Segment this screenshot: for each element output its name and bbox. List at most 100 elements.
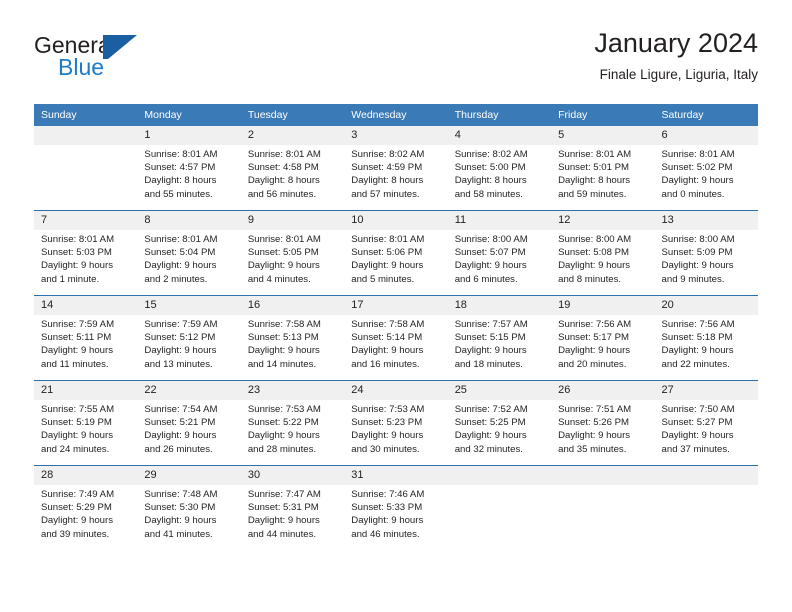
day-details: Sunrise: 7:59 AM Sunset: 5:11 PM Dayligh… [34,315,137,371]
calendar-day-cell[interactable]: 20 Sunrise: 7:56 AM Sunset: 5:18 PM Dayl… [654,295,758,381]
daylight-text-line2: and 39 minutes. [41,528,110,540]
day-number: 1 [137,126,241,145]
weekday-header-wednesday: Wednesday [344,104,448,126]
day-details: Sunrise: 7:46 AM Sunset: 5:33 PM Dayligh… [344,485,447,541]
daylight-text-line1: Daylight: 9 hours [41,260,113,272]
daylight-text-line1: Daylight: 9 hours [454,345,527,357]
sunset-text: Sunset: 5:27 PM [661,417,733,429]
sunrise-text: Sunrise: 7:50 AM [661,404,735,415]
sunset-text: Sunset: 5:11 PM [41,332,112,344]
day-details: Sunrise: 7:48 AM Sunset: 5:30 PM Dayligh… [137,485,240,541]
day-number: 18 [447,296,552,315]
day-details: Sunrise: 8:01 AM Sunset: 4:58 PM Dayligh… [241,145,344,201]
calendar-day-cell[interactable]: 26 Sunrise: 7:51 AM Sunset: 5:26 PM Dayl… [551,380,655,466]
daylight-text-line1: Daylight: 9 hours [558,345,631,357]
sunrise-text: Sunrise: 8:02 AM [454,149,528,160]
daylight-text-line2: and 32 minutes. [454,443,523,455]
day-number: 10 [344,211,448,230]
calendar-day-cell[interactable]: 10 Sunrise: 8:01 AM Sunset: 5:06 PM Dayl… [344,210,448,296]
calendar-day-cell[interactable]: 9 Sunrise: 8:01 AM Sunset: 5:05 PM Dayli… [240,210,345,296]
calendar-day-cell[interactable]: 13 Sunrise: 8:00 AM Sunset: 5:09 PM Dayl… [654,210,758,296]
daylight-text-line2: and 58 minutes. [454,188,523,200]
daylight-text-line2: and 57 minutes. [351,188,420,200]
calendar-day-cell[interactable]: 28 Sunrise: 7:49 AM Sunset: 5:29 PM Dayl… [34,465,138,550]
daylight-text-line1: Daylight: 9 hours [661,260,734,272]
day-number: 29 [137,466,241,485]
calendar-day-cell[interactable]: 2 Sunrise: 8:01 AM Sunset: 4:58 PM Dayli… [240,126,345,211]
calendar-day-cell[interactable]: 23 Sunrise: 7:53 AM Sunset: 5:22 PM Dayl… [240,380,345,466]
calendar-day-cell[interactable] [34,126,138,211]
calendar-day-cell[interactable]: 29 Sunrise: 7:48 AM Sunset: 5:30 PM Dayl… [137,465,241,550]
calendar-day-cell[interactable]: 18 Sunrise: 7:57 AM Sunset: 5:15 PM Dayl… [447,295,552,381]
sunrise-text: Sunrise: 7:53 AM [351,404,425,415]
brand-logo[interactable]: General Blue [34,32,204,88]
calendar-week-row: 21 Sunrise: 7:55 AM Sunset: 5:19 PM Dayl… [34,380,758,466]
day-number: 2 [240,126,345,145]
sunrise-text: Sunrise: 7:59 AM [144,319,218,330]
calendar-day-cell[interactable]: 4 Sunrise: 8:02 AM Sunset: 5:00 PM Dayli… [447,126,552,211]
sunset-text: Sunset: 4:59 PM [351,162,423,174]
sunset-text: Sunset: 5:06 PM [351,247,423,259]
day-details: Sunrise: 8:01 AM Sunset: 4:57 PM Dayligh… [137,145,240,201]
calendar-day-cell[interactable] [654,465,758,550]
day-details: Sunrise: 7:59 AM Sunset: 5:12 PM Dayligh… [137,315,240,371]
calendar-day-cell[interactable] [447,465,552,550]
weekday-header-sunday: Sunday [34,104,138,126]
calendar-day-cell[interactable]: 27 Sunrise: 7:50 AM Sunset: 5:27 PM Dayl… [654,380,758,466]
calendar-day-cell[interactable]: 16 Sunrise: 7:58 AM Sunset: 5:13 PM Dayl… [240,295,345,381]
sunset-text: Sunset: 5:09 PM [661,247,733,259]
daylight-text-line2: and 26 minutes. [144,443,213,455]
calendar-day-cell[interactable]: 6 Sunrise: 8:01 AM Sunset: 5:02 PM Dayli… [654,126,758,211]
day-details: Sunrise: 7:49 AM Sunset: 5:29 PM Dayligh… [34,485,137,541]
calendar-day-cell[interactable] [551,465,655,550]
calendar-day-cell[interactable]: 5 Sunrise: 8:01 AM Sunset: 5:01 PM Dayli… [551,126,655,211]
calendar-day-cell[interactable]: 24 Sunrise: 7:53 AM Sunset: 5:23 PM Dayl… [344,380,448,466]
calendar-day-cell[interactable]: 30 Sunrise: 7:47 AM Sunset: 5:31 PM Dayl… [240,465,345,550]
daylight-text-line1: Daylight: 9 hours [247,345,320,357]
day-details: Sunrise: 7:54 AM Sunset: 5:21 PM Dayligh… [137,400,240,456]
daylight-text-line1: Daylight: 9 hours [144,515,217,527]
sunset-text: Sunset: 5:04 PM [144,247,216,259]
day-number: 26 [551,381,655,400]
calendar-day-cell[interactable]: 22 Sunrise: 7:54 AM Sunset: 5:21 PM Dayl… [137,380,241,466]
daylight-text-line2: and 18 minutes. [454,358,523,370]
sunset-text: Sunset: 5:21 PM [144,417,216,429]
sunrise-text: Sunrise: 7:47 AM [247,489,321,500]
day-details: Sunrise: 8:01 AM Sunset: 5:06 PM Dayligh… [344,230,447,286]
calendar-day-cell[interactable]: 7 Sunrise: 8:01 AM Sunset: 5:03 PM Dayli… [34,210,138,296]
day-number: 12 [551,211,655,230]
calendar-day-cell[interactable]: 3 Sunrise: 8:02 AM Sunset: 4:59 PM Dayli… [344,126,448,211]
calendar-day-cell[interactable]: 1 Sunrise: 8:01 AM Sunset: 4:57 PM Dayli… [137,126,241,211]
daylight-text-line1: Daylight: 9 hours [41,345,113,357]
calendar-day-cell[interactable]: 12 Sunrise: 8:00 AM Sunset: 5:08 PM Dayl… [551,210,655,296]
day-number: 30 [240,466,345,485]
sunset-text: Sunset: 5:29 PM [41,502,112,514]
daylight-text-line2: and 16 minutes. [351,358,420,370]
calendar-week-row: 1 Sunrise: 8:01 AM Sunset: 4:57 PM Dayli… [34,126,758,211]
calendar-day-cell[interactable]: 17 Sunrise: 7:58 AM Sunset: 5:14 PM Dayl… [344,295,448,381]
sunrise-text: Sunrise: 7:57 AM [454,319,528,330]
daylight-text-line2: and 35 minutes. [558,443,627,455]
calendar-day-cell[interactable]: 31 Sunrise: 7:46 AM Sunset: 5:33 PM Dayl… [344,465,448,550]
calendar-day-cell[interactable]: 21 Sunrise: 7:55 AM Sunset: 5:19 PM Dayl… [34,380,138,466]
daylight-text-line2: and 24 minutes. [41,443,110,455]
day-number [34,126,138,145]
daylight-text-line1: Daylight: 9 hours [351,430,424,442]
sunset-text: Sunset: 4:58 PM [247,162,319,174]
calendar-day-cell[interactable]: 19 Sunrise: 7:56 AM Sunset: 5:17 PM Dayl… [551,295,655,381]
calendar-day-cell[interactable]: 8 Sunrise: 8:01 AM Sunset: 5:04 PM Dayli… [137,210,241,296]
sunrise-text: Sunrise: 8:01 AM [247,234,321,245]
calendar-day-cell[interactable]: 14 Sunrise: 7:59 AM Sunset: 5:11 PM Dayl… [34,295,138,381]
calendar-day-cell[interactable]: 11 Sunrise: 8:00 AM Sunset: 5:07 PM Dayl… [447,210,552,296]
calendar-day-cell[interactable]: 15 Sunrise: 7:59 AM Sunset: 5:12 PM Dayl… [137,295,241,381]
daylight-text-line2: and 0 minutes. [661,188,725,200]
calendar-day-cell[interactable]: 25 Sunrise: 7:52 AM Sunset: 5:25 PM Dayl… [447,380,552,466]
sunset-text: Sunset: 5:25 PM [454,417,526,429]
sunset-text: Sunset: 5:00 PM [454,162,526,174]
day-details: Sunrise: 7:56 AM Sunset: 5:18 PM Dayligh… [655,315,758,371]
sunrise-text: Sunrise: 7:56 AM [558,319,632,330]
day-details: Sunrise: 8:01 AM Sunset: 5:05 PM Dayligh… [241,230,344,286]
daylight-text-line2: and 13 minutes. [144,358,213,370]
sunset-text: Sunset: 5:15 PM [454,332,526,344]
daylight-text-line2: and 8 minutes. [558,273,622,285]
